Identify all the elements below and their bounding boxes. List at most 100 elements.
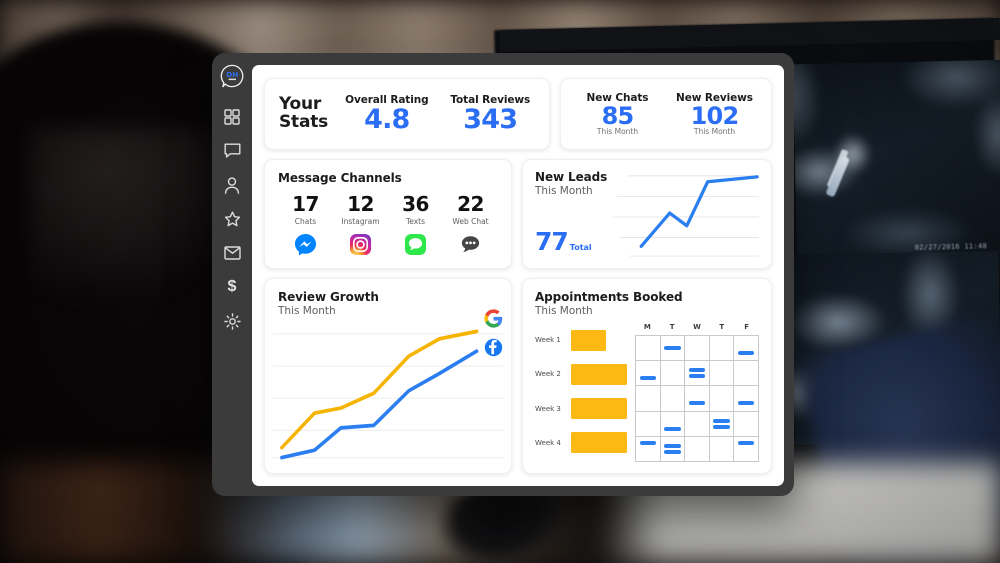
- calendar-cell[interactable]: [734, 361, 759, 387]
- envelope-icon: [223, 246, 241, 260]
- week-label: Week 1: [535, 336, 561, 345]
- calendar-cell[interactable]: [734, 336, 759, 362]
- appointment-pill[interactable]: [664, 427, 681, 432]
- appointment-pill[interactable]: [737, 400, 755, 405]
- appointment-pill[interactable]: [688, 400, 706, 405]
- dashboard-row-channels: Message Channels 17 Chats 12 Instagram 3…: [264, 159, 772, 269]
- new-leads-line-chart: [607, 170, 759, 260]
- channel-value: 12: [347, 192, 374, 216]
- sidebar-item-dashboard[interactable]: [220, 105, 244, 129]
- calendar-cell[interactable]: [660, 436, 686, 462]
- appointment-bar: [571, 329, 606, 351]
- calendar-cell[interactable]: [709, 411, 735, 437]
- calendar-cell[interactable]: [660, 361, 686, 387]
- appointment-bar-row: Week 2: [535, 363, 627, 385]
- appointment-pill[interactable]: [737, 351, 755, 356]
- calendar-cell[interactable]: [636, 436, 661, 462]
- review-growth-line-chart: [273, 319, 503, 465]
- day-label-mon: M: [643, 323, 651, 331]
- calendar-cell[interactable]: [734, 411, 759, 437]
- sidebar-item-settings[interactable]: [220, 309, 244, 333]
- sidebar-item-messages[interactable]: [220, 139, 244, 163]
- card-title: Message Channels: [278, 171, 402, 185]
- sidebar-item-contacts[interactable]: [220, 173, 244, 197]
- appointment-pill[interactable]: [664, 443, 681, 448]
- calendar-cell[interactable]: [636, 336, 661, 362]
- appointment-pill[interactable]: [713, 418, 730, 423]
- calendar-day-header: M T W T F: [635, 323, 759, 335]
- chart-gridlines: [612, 175, 759, 257]
- dashboard-row-stats: Your Stats Overall Rating 4.8 Total Revi…: [264, 78, 772, 150]
- week-label: Week 3: [535, 404, 561, 413]
- appointment-pill[interactable]: [688, 374, 706, 379]
- card-subtitle: This Month: [278, 305, 336, 317]
- appointment-pill[interactable]: [639, 376, 656, 381]
- channel-value: 17: [292, 192, 319, 216]
- facebook-icon: [484, 338, 503, 361]
- new-leads-value: 77: [535, 227, 569, 256]
- calendar-cell[interactable]: [685, 336, 710, 362]
- appointment-pill[interactable]: [688, 368, 706, 373]
- calendar-cell[interactable]: [685, 411, 710, 437]
- activity-card: New Chats 85 This Month New Reviews 102 …: [560, 78, 772, 150]
- calendar-cell[interactable]: [685, 361, 710, 387]
- calendar-cell[interactable]: [660, 386, 686, 412]
- appointment-bar-row: Week 4: [535, 432, 627, 454]
- sidebar: DH $: [212, 53, 252, 496]
- dashboard-row-growth: Review Growth This Month Appointments Bo…: [264, 278, 772, 474]
- dollar-icon: $: [227, 278, 237, 295]
- appointments-body: Week 1 Week 2 Week 3 Week 4 M T W T F: [535, 323, 759, 462]
- google-icon: [484, 309, 503, 332]
- channel-value: 36: [402, 192, 429, 216]
- messenger-icon: [278, 233, 333, 256]
- channel-label: Texts: [405, 217, 426, 226]
- calendar-cell[interactable]: [636, 361, 661, 387]
- dental-hub-logo[interactable]: DH: [220, 64, 245, 89]
- calendar-cell[interactable]: [709, 336, 735, 362]
- appointment-pill[interactable]: [639, 441, 656, 446]
- channel-label: Web Chat: [452, 217, 489, 226]
- week-label: Week 4: [535, 438, 561, 447]
- card-subtitle: This Month: [535, 185, 593, 197]
- dashboard-grid-icon: [224, 109, 240, 125]
- channel-value: 22: [457, 192, 484, 216]
- calendar-cell[interactable]: [709, 386, 735, 412]
- appointments-bar-chart: Week 1 Week 2 Week 3 Week 4: [535, 323, 627, 462]
- channel-chats[interactable]: 17 Chats: [278, 194, 333, 256]
- calendar-cell[interactable]: [636, 411, 661, 437]
- calendar-cell[interactable]: [685, 436, 710, 462]
- metric-new-reviews: New Reviews 102 This Month: [666, 92, 763, 136]
- channel-texts[interactable]: 36 Texts: [388, 194, 443, 256]
- calendar-cell[interactable]: [636, 386, 661, 412]
- metric-subtitle: This Month: [596, 127, 639, 137]
- card-title: Review Growth: [278, 290, 379, 304]
- message-channels-card: Message Channels 17 Chats 12 Instagram 3…: [264, 159, 512, 269]
- sidebar-item-reviews[interactable]: [220, 207, 244, 231]
- channel-web-chat[interactable]: 22 Web Chat: [443, 194, 498, 256]
- appointment-pill[interactable]: [713, 424, 730, 429]
- calendar-cell[interactable]: [709, 361, 735, 387]
- appointment-pill[interactable]: [664, 346, 681, 351]
- calendar-cell[interactable]: [734, 436, 759, 462]
- metric-value: 85: [601, 101, 635, 130]
- chart-gridlines: [273, 333, 503, 459]
- appointment-pill[interactable]: [737, 441, 755, 446]
- calendar-cell[interactable]: [709, 436, 735, 462]
- channel-label: Instagram: [341, 217, 380, 226]
- instagram-icon: [333, 233, 388, 256]
- appointment-bar-row: Week 1: [535, 329, 627, 351]
- day-label-tue: T: [669, 323, 675, 331]
- calendar-cell[interactable]: [685, 386, 710, 412]
- sidebar-item-billing[interactable]: $: [220, 275, 244, 299]
- calendar-cell[interactable]: [660, 336, 686, 362]
- your-stats-title-line2: Stats: [279, 112, 329, 132]
- appointment-bar: [571, 363, 627, 385]
- metric-subtitle: This Month: [693, 127, 736, 137]
- calendar-cell[interactable]: [660, 411, 686, 437]
- appointment-pill[interactable]: [664, 449, 681, 454]
- sidebar-item-email[interactable]: [220, 241, 244, 265]
- channel-instagram[interactable]: 12 Instagram: [333, 194, 388, 256]
- calendar-cell[interactable]: [734, 386, 759, 412]
- appointments-card: Appointments Booked This Month Week 1 We…: [522, 278, 772, 474]
- new-leads-card: New Leads This Month 77 Total: [522, 159, 772, 269]
